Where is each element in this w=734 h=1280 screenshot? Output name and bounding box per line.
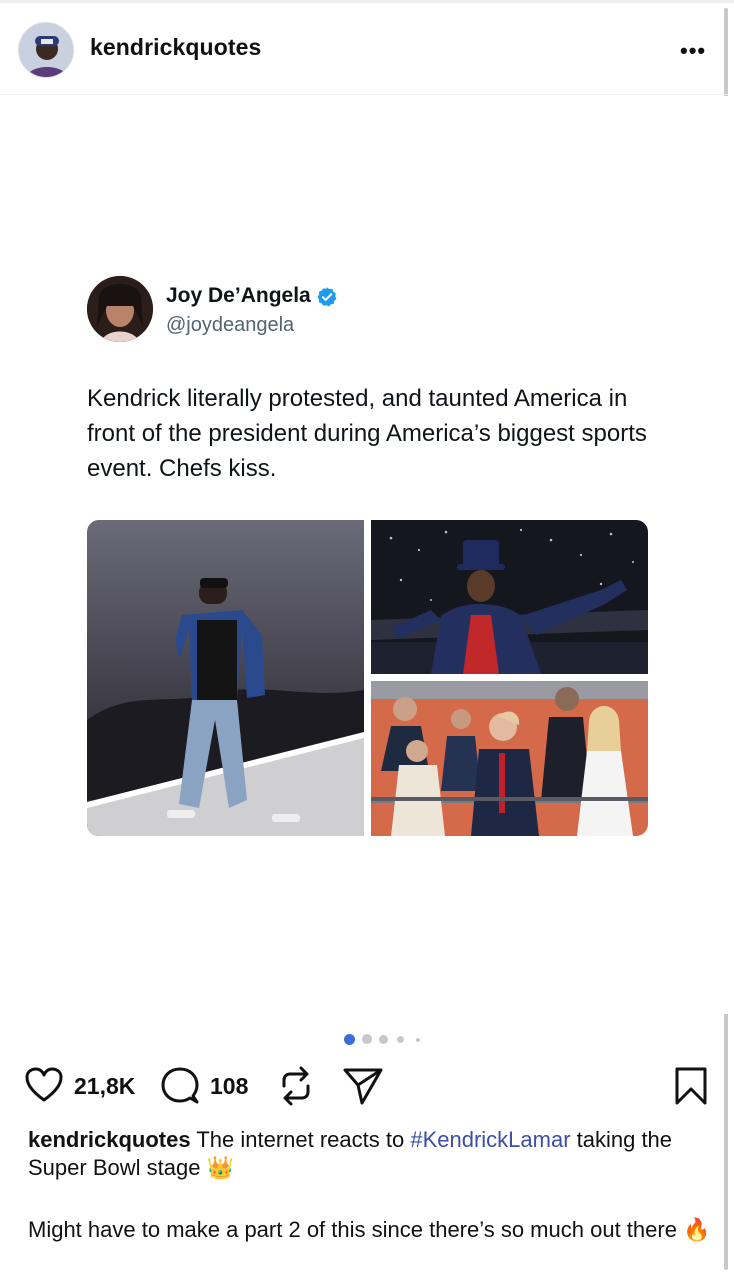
carousel-dot — [397, 1036, 404, 1043]
bookmark-icon[interactable] — [674, 1066, 708, 1106]
tweet-avatar — [87, 276, 153, 342]
tweet-photo-performer — [87, 520, 364, 836]
like-count[interactable]: 21,8K — [74, 1073, 135, 1100]
verified-badge-icon — [317, 287, 337, 307]
tweet-author-handle: @joydeangela — [166, 314, 295, 336]
carousel-dot-active — [344, 1034, 355, 1045]
post-caption: kendrickquotes The internet reacts to #K… — [28, 1126, 718, 1182]
caption-hashtag[interactable]: #KendrickLamar — [410, 1127, 570, 1152]
like-heart-icon[interactable] — [24, 1066, 64, 1104]
tweet-photo-audience — [371, 681, 648, 836]
comment-icon[interactable] — [160, 1066, 200, 1106]
tweet-text: Kendrick literally protested, and taunte… — [87, 385, 647, 482]
post-media[interactable]: Joy De’Angela @joydeangela Kendrick lite… — [0, 96, 728, 1014]
caption-username[interactable]: kendrickquotes — [28, 1127, 191, 1152]
comment-count[interactable]: 108 — [210, 1073, 248, 1100]
carousel-indicator — [0, 1034, 728, 1046]
action-bar: 21,8K 108 — [0, 1060, 728, 1112]
repost-icon[interactable] — [278, 1064, 314, 1108]
share-send-icon[interactable] — [342, 1066, 384, 1106]
carousel-dot — [416, 1038, 420, 1042]
caption-second-paragraph: Might have to make a part 2 of this sinc… — [28, 1217, 711, 1242]
post-header: kendrickquotes ••• — [0, 3, 728, 95]
carousel-dot — [379, 1035, 388, 1044]
more-options-icon[interactable]: ••• — [680, 38, 706, 64]
tweet-photo-uncle-sam — [371, 520, 648, 674]
avatar[interactable] — [18, 22, 74, 78]
caption-text: The internet reacts to — [190, 1127, 411, 1152]
carousel-dot — [362, 1034, 372, 1044]
tweet-author-name: Joy De’Angela — [166, 284, 311, 307]
post-username[interactable]: kendrickquotes — [90, 34, 261, 61]
